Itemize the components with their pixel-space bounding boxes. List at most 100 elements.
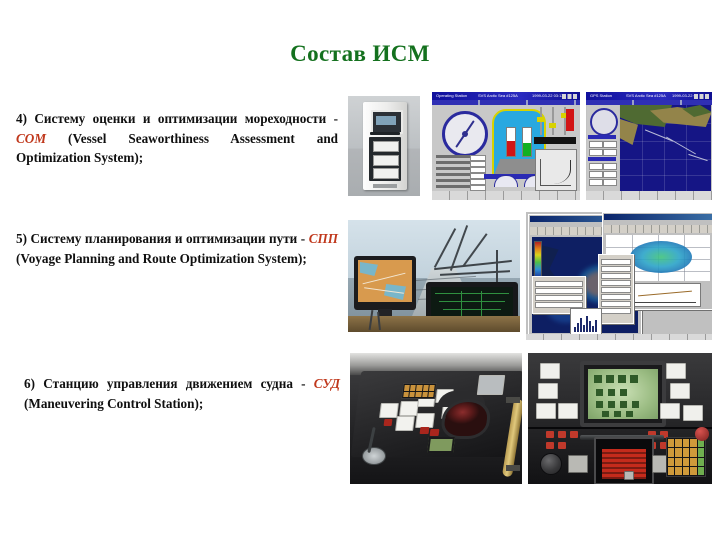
chart-map-canvas[interactable] <box>620 105 711 191</box>
alarm-bar <box>566 109 574 131</box>
figure-row-spp <box>348 212 712 340</box>
window-titlebar: Operating Station SVS Arctic Sea #125A 1… <box>432 92 580 100</box>
handrail-bracket <box>506 465 520 471</box>
item-6-abbreviation: СУД <box>313 376 341 392</box>
compass-rose-icon <box>590 108 618 136</box>
histogram-plot <box>570 308 602 336</box>
item-5-abbreviation: СПП <box>308 231 338 247</box>
window-title-text: Operating Station <box>436 93 468 98</box>
cabinet-base <box>373 184 397 188</box>
panel-label <box>540 363 560 379</box>
item-5-lead: Систему планирования и оптимизации пути … <box>30 231 309 247</box>
bridge-console-photo <box>350 353 522 484</box>
emergency-button[interactable] <box>429 429 440 436</box>
scada-mimic-area <box>432 105 580 194</box>
trend-chart <box>535 149 577 191</box>
level-indicator-starboard <box>522 127 532 157</box>
console-desk <box>348 316 520 332</box>
panel-label <box>666 363 686 379</box>
item-5-expansion: (Voyage Planning and Route Optimization … <box>16 250 307 266</box>
indicator-lamp <box>546 431 554 438</box>
value-field <box>603 149 617 156</box>
value-field <box>589 163 603 170</box>
equipment-cabinet-photo <box>348 96 420 196</box>
item-4-abbreviation: СОМ <box>16 130 47 146</box>
operating-station-screen: Operating Station SVS Arctic Sea #125A 1… <box>432 92 580 200</box>
panel-label <box>670 383 690 399</box>
list-item-6: 6) Станцию управления движением судна - … <box>24 374 340 413</box>
panel-label <box>536 403 556 419</box>
ecdis-monitor-chart[interactable] <box>354 256 416 318</box>
console-keypad[interactable] <box>401 383 437 399</box>
crt-monitor[interactable] <box>580 361 666 427</box>
item-5-number: 5) <box>16 231 27 247</box>
value-field <box>603 163 617 170</box>
options-dialog[interactable] <box>598 254 634 324</box>
navigation-parameter-pane <box>587 105 619 191</box>
panel-label <box>683 405 703 421</box>
window-vessel-field: SVS Arctic Sea #125A <box>478 93 518 98</box>
value-field <box>603 179 617 186</box>
indicator-lamp <box>546 442 554 449</box>
cabinet-display <box>371 110 403 134</box>
console-button[interactable] <box>415 413 435 428</box>
item-4-number: 4) <box>16 111 27 127</box>
time-series-plot <box>627 283 701 307</box>
colorbar-legend <box>534 241 542 279</box>
console-button[interactable] <box>395 416 415 431</box>
item-6-number: 6) <box>24 376 35 392</box>
emergency-stop-button[interactable] <box>695 427 709 441</box>
ecdis-chart-screen <box>358 260 412 302</box>
item-4-expansion: (Vessel Seaworthiness Assessment and Opt… <box>16 130 338 166</box>
panel-label <box>558 403 578 419</box>
indicator-lamp <box>558 431 566 438</box>
window-vessel-field: SVS Arctic Sea #125A <box>626 93 666 98</box>
value-field <box>589 171 603 178</box>
console-panel-grill <box>476 375 506 395</box>
cabinet-tray <box>373 168 399 179</box>
window-titlebar: GPS Station SVS Arctic Sea #125A 1999-03… <box>586 92 712 100</box>
maneuvering-control-panel-photo <box>528 353 712 484</box>
wave-analysis-software <box>526 212 712 340</box>
rocker-switch[interactable] <box>624 471 634 480</box>
indicator-lamp <box>558 442 566 449</box>
cabinet-tray <box>373 155 399 166</box>
window-title-text: GPS Station <box>590 93 613 98</box>
item-6-expansion: (Maneuvering Control Station); <box>24 395 204 411</box>
indicator-lamp <box>570 431 578 438</box>
rocker-switch[interactable] <box>568 455 588 473</box>
control-knob[interactable] <box>540 453 562 475</box>
list-item-5: 5) Систему планирования и оптимизации пу… <box>16 229 338 268</box>
window-controls[interactable] <box>562 93 578 99</box>
value-field <box>603 141 617 148</box>
engine-telegraph[interactable] <box>356 425 390 471</box>
figure-row-sud <box>350 353 712 484</box>
page-title: Состав ИСМ <box>290 41 430 66</box>
panel-label <box>660 403 680 419</box>
handrail-bracket <box>506 397 520 403</box>
window-statusbar <box>526 334 712 340</box>
trend-curve <box>542 160 571 184</box>
window-controls[interactable] <box>694 93 710 99</box>
console-lcd <box>427 437 455 453</box>
value-field <box>589 141 603 148</box>
window-statusbar <box>586 191 712 200</box>
level-indicator-port <box>506 127 516 157</box>
item-4-lead: Систему оценки и оптимизации мореходност… <box>34 111 338 127</box>
telegraph-base <box>362 447 386 465</box>
pane-section-header <box>588 157 616 161</box>
cabinet-tray <box>373 141 399 152</box>
cabinet-slot <box>370 132 400 135</box>
figure-row-som: Operating Station SVS Arctic Sea #125A 1… <box>348 92 712 200</box>
numeric-keypad[interactable] <box>666 437 706 477</box>
mast <box>496 250 498 284</box>
value-field <box>589 179 603 186</box>
cabinet-lower-bay <box>369 137 401 181</box>
value-field <box>589 149 603 156</box>
panel-label <box>538 383 558 399</box>
ship-profile-strip <box>534 137 576 144</box>
histogram-bars <box>574 314 597 332</box>
list-item-4: 4) Систему оценки и оптимизации мореходн… <box>16 109 338 168</box>
emergency-button[interactable] <box>419 427 430 434</box>
window-statusbar <box>432 191 580 200</box>
